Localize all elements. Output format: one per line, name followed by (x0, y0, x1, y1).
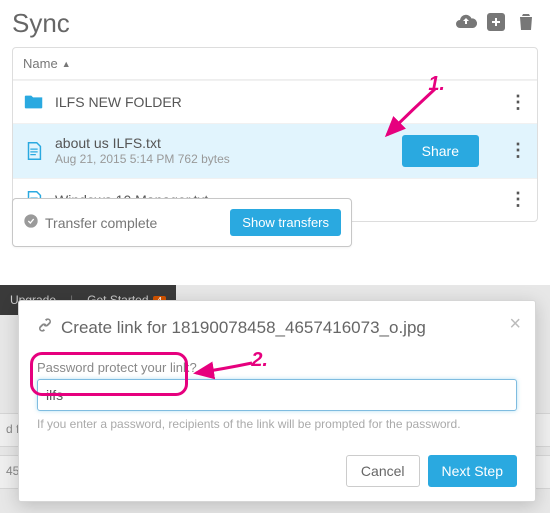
show-transfers-button[interactable]: Show transfers (230, 209, 341, 236)
file-meta: Aug 21, 2015 5:14 PM 762 bytes (55, 152, 402, 168)
modal-title: Create link for 18190078458_4657416073_o… (37, 317, 517, 338)
password-label: Password protect your link? (37, 360, 517, 375)
column-header-name[interactable]: Name ▲ (13, 48, 537, 80)
file-name: about us ILFS.txt (55, 134, 402, 152)
file-icon (23, 140, 45, 162)
file-row-folder[interactable]: ILFS NEW FOLDER ⋮ (13, 80, 537, 123)
file-list: Name ▲ ILFS NEW FOLDER ⋮ about us ILFS.t… (12, 47, 538, 222)
trash-icon[interactable] (514, 10, 538, 37)
share-button[interactable]: Share (402, 135, 479, 167)
next-step-button[interactable]: Next Step (428, 455, 517, 487)
upload-cloud-icon[interactable] (454, 10, 478, 37)
check-circle-icon (23, 213, 39, 232)
file-row-selected[interactable]: about us ILFS.txt Aug 21, 2015 5:14 PM 7… (13, 123, 537, 178)
password-input[interactable] (37, 379, 517, 411)
add-icon[interactable] (484, 10, 508, 37)
close-icon[interactable]: × (509, 313, 521, 336)
transfer-toast: Transfer complete Show transfers (12, 198, 352, 247)
create-link-modal: × Create link for 18190078458_4657416073… (18, 300, 536, 502)
page-title: Sync (12, 8, 70, 39)
password-hint: If you enter a password, recipients of t… (37, 417, 517, 431)
toast-message: Transfer complete (45, 215, 157, 231)
link-icon (37, 317, 53, 338)
folder-icon (23, 91, 45, 113)
file-name: ILFS NEW FOLDER (55, 93, 509, 111)
sort-asc-icon: ▲ (62, 59, 71, 69)
cancel-button[interactable]: Cancel (346, 455, 420, 487)
row-menu-icon[interactable]: ⋮ (509, 92, 527, 113)
row-menu-icon[interactable]: ⋮ (509, 140, 527, 161)
row-menu-icon[interactable]: ⋮ (509, 189, 527, 210)
